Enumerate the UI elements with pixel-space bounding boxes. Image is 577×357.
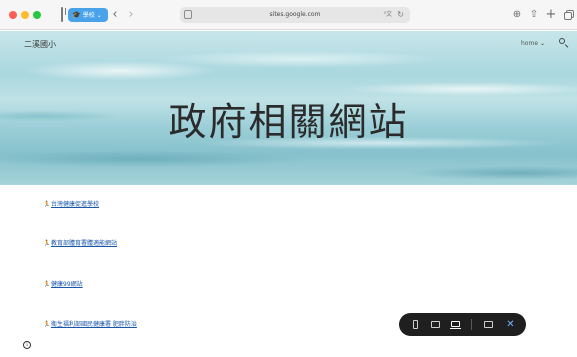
reload-icon[interactable]: ↻ [397, 7, 404, 23]
share-icon[interactable]: ⇧ [527, 8, 541, 22]
runner-icon: 🏃 [43, 201, 51, 208]
list-item[interactable]: 🏃健康99網站 [43, 280, 83, 290]
translate-icon[interactable]: ⁰文 [384, 7, 392, 23]
site-name[interactable]: 二溪國小 [24, 39, 56, 50]
list-item[interactable]: 🏃教育部體育署體適能網站 [43, 239, 117, 249]
close-window-button[interactable] [9, 11, 17, 19]
browser-toolbar: 🎓 學校 ⌄ ‹ › sites.google.com ⁰文 ↻ ⊕ ⇧ + [0, 0, 577, 30]
tab-group-button[interactable]: 🎓 學校 ⌄ [68, 8, 108, 22]
close-preview-button[interactable]: ✕ [505, 319, 516, 330]
link-text[interactable]: 健康99網站 [51, 281, 83, 288]
runner-icon: 🏃 [43, 321, 51, 328]
toolbar-divider [471, 319, 472, 330]
laptop-preview-icon[interactable] [450, 319, 461, 330]
zoom-window-button[interactable] [33, 11, 41, 19]
chevron-down-icon: ⌄ [96, 12, 102, 19]
device-preview-toolbar: ✕ [399, 313, 526, 336]
forward-button[interactable]: › [124, 8, 138, 22]
address-url: sites.google.com [269, 11, 321, 18]
link-text[interactable]: 教育部體育署體適能網站 [51, 240, 117, 247]
nav-home-menu[interactable]: home ⌄ [521, 40, 545, 47]
address-bar[interactable]: sites.google.com ⁰文 ↻ [180, 7, 410, 23]
search-icon[interactable] [559, 38, 569, 49]
runner-icon: 🏃 [43, 240, 51, 247]
tab-group-label: 學校 [82, 12, 95, 19]
back-button[interactable]: ‹ [108, 8, 122, 22]
tablet-preview-icon[interactable] [430, 319, 441, 330]
link-text[interactable]: 台灣健康促進學校 [51, 201, 99, 208]
chevron-down-icon: ⌄ [540, 40, 546, 47]
list-item[interactable]: 🏃台灣健康促進學校 [43, 200, 99, 210]
graduation-cap-icon: 🎓 [72, 11, 81, 19]
new-tab-button[interactable]: + [544, 8, 558, 22]
downloads-icon[interactable]: ⊕ [510, 8, 524, 22]
sidebar-toggle-icon[interactable] [55, 7, 69, 22]
nav-home-label: home [521, 40, 539, 47]
list-item[interactable]: 🏃衛生福利部國民健康署 肥胖防治 [43, 320, 137, 330]
page-title: 政府相關網站 [168, 100, 409, 144]
runner-icon: 🏃 [43, 281, 51, 288]
phone-preview-icon[interactable] [410, 319, 421, 330]
minimize-window-button[interactable] [21, 11, 29, 19]
tab-overview-icon[interactable] [561, 8, 575, 22]
info-icon[interactable]: i [23, 341, 31, 349]
link-text[interactable]: 衛生福利部國民健康署 肥胖防治 [51, 321, 137, 328]
feedback-icon[interactable] [483, 319, 494, 330]
hero-banner: 二溪國小 home ⌄ 政府相關網站 [0, 31, 577, 185]
